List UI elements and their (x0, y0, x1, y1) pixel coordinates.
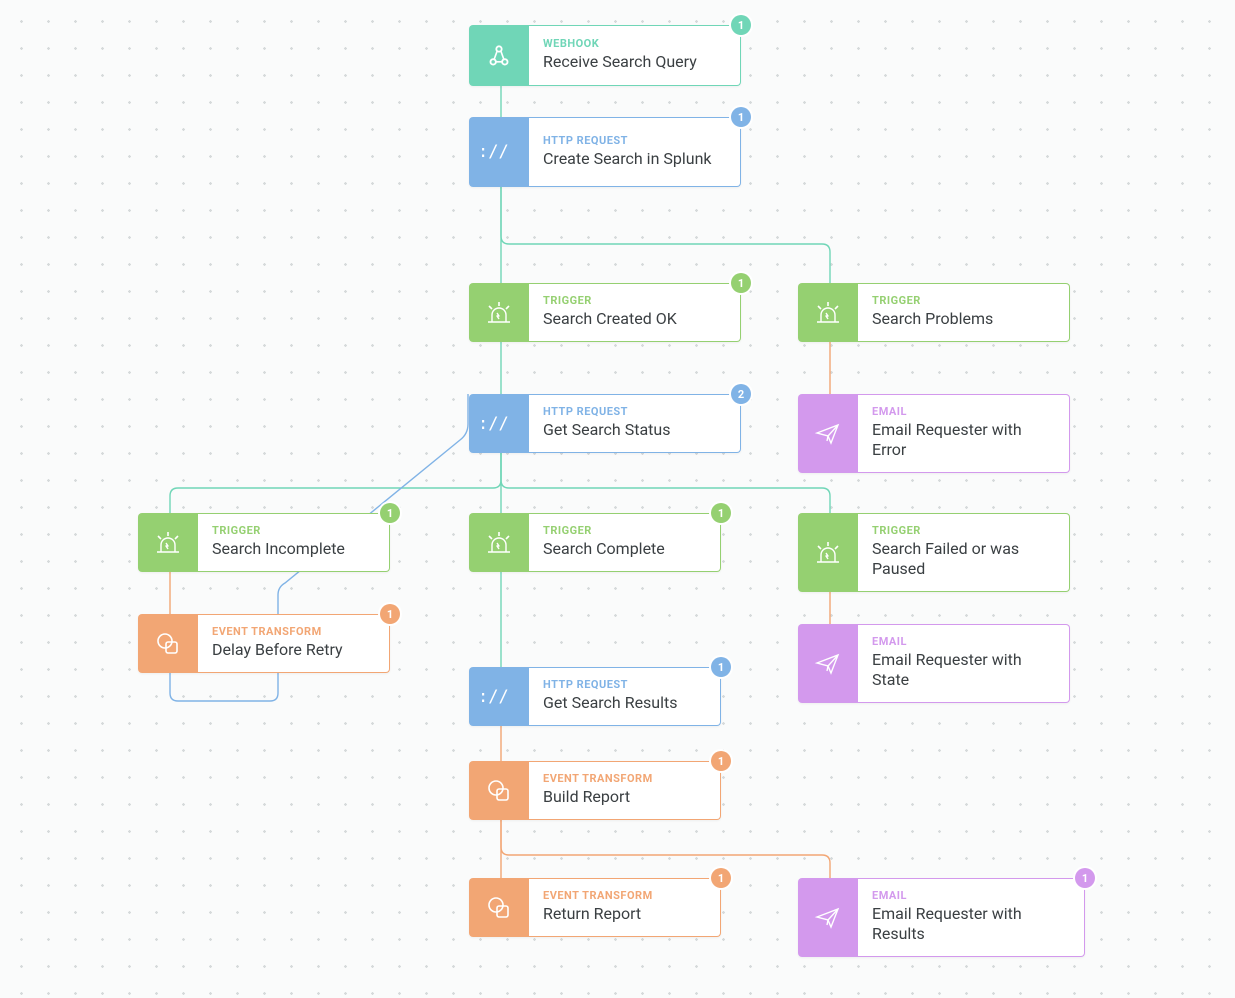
node-category: EVENT TRANSFORM (543, 772, 706, 785)
node-category: HTTP REQUEST (543, 134, 726, 147)
workflow-node-n4[interactable]: TRIGGER Search Problems (798, 283, 1070, 342)
node-category: HTTP REQUEST (543, 678, 706, 691)
node-category: TRIGGER (543, 524, 706, 537)
node-title: Email Requester with Error (872, 420, 1055, 460)
node-title: Search Incomplete (212, 539, 375, 559)
node-category: EVENT TRANSFORM (543, 889, 706, 902)
siren-icon (798, 513, 858, 592)
node-body: TRIGGER Search Created OK (529, 283, 741, 342)
node-title: Get Search Status (543, 420, 726, 440)
node-body: TRIGGER Search Problems (858, 283, 1070, 342)
workflow-node-n14[interactable]: EVENT TRANSFORM Return Report (469, 878, 721, 937)
node-title: Search Created OK (543, 309, 726, 329)
siren-icon (798, 283, 858, 342)
node-category: TRIGGER (543, 294, 726, 307)
svg-text:://: :// (478, 414, 509, 434)
svg-text:://: :// (478, 142, 509, 162)
workflow-node-n11[interactable]: EMAIL Email Requester with State (798, 624, 1070, 703)
node-badge: 1 (1075, 868, 1095, 888)
node-badge: 1 (711, 868, 731, 888)
node-body: TRIGGER Search Failed or was Paused (858, 513, 1070, 592)
node-badge: 1 (380, 604, 400, 624)
http-icon: :// (469, 394, 529, 453)
node-badge: 1 (731, 107, 751, 127)
node-title: Build Report (543, 787, 706, 807)
paper-plane-icon (798, 394, 858, 473)
node-category: HTTP REQUEST (543, 405, 726, 418)
node-body: EMAIL Email Requester with Results (858, 878, 1085, 957)
node-title: Get Search Results (543, 693, 706, 713)
node-badge: 1 (380, 503, 400, 523)
node-title: Search Complete (543, 539, 706, 559)
workflow-node-n2[interactable]: :// HTTP REQUEST Create Search in Splunk (469, 117, 741, 187)
node-title: Email Requester with Results (872, 904, 1070, 944)
node-body: HTTP REQUEST Get Search Results (529, 667, 721, 726)
workflow-node-n12[interactable]: :// HTTP REQUEST Get Search Results (469, 667, 721, 726)
workflow-node-n10[interactable]: EVENT TRANSFORM Delay Before Retry (138, 614, 390, 673)
node-badge: 1 (731, 273, 751, 293)
siren-icon (138, 513, 198, 572)
node-category: TRIGGER (212, 524, 375, 537)
workflow-node-n3[interactable]: TRIGGER Search Created OK (469, 283, 741, 342)
workflow-node-n1[interactable]: WEBHOOK Receive Search Query (469, 25, 741, 86)
node-body: TRIGGER Search Incomplete (198, 513, 390, 572)
node-body: EMAIL Email Requester with State (858, 624, 1070, 703)
paper-plane-icon (798, 878, 858, 957)
workflow-node-n13[interactable]: EVENT TRANSFORM Build Report (469, 761, 721, 820)
node-badge: 1 (711, 657, 731, 677)
node-body: EMAIL Email Requester with Error (858, 394, 1070, 473)
node-title: Delay Before Retry (212, 640, 375, 660)
workflow-node-n5[interactable]: :// HTTP REQUEST Get Search Status (469, 394, 741, 453)
http-icon: :// (469, 667, 529, 726)
siren-icon (469, 513, 529, 572)
node-title: Search Problems (872, 309, 1055, 329)
workflow-node-n7[interactable]: TRIGGER Search Incomplete (138, 513, 390, 572)
node-title: Search Failed or was Paused (872, 539, 1055, 579)
node-category: EMAIL (872, 889, 1070, 902)
node-category: TRIGGER (872, 524, 1055, 537)
overlap-squares-icon (469, 761, 529, 820)
webhook-icon (469, 25, 529, 86)
workflow-node-n6[interactable]: EMAIL Email Requester with Error (798, 394, 1070, 473)
node-badge: 1 (731, 15, 751, 35)
overlap-squares-icon (469, 878, 529, 937)
workflow-canvas[interactable]: .c-teal {stroke:#70d6b7;} .c-blue{stroke… (0, 0, 1235, 998)
node-badge: 1 (711, 751, 731, 771)
node-category: EMAIL (872, 405, 1055, 418)
node-badge: 2 (731, 384, 751, 404)
node-title: Receive Search Query (543, 52, 726, 72)
node-title: Return Report (543, 904, 706, 924)
overlap-squares-icon (138, 614, 198, 673)
node-title: Email Requester with State (872, 650, 1055, 690)
node-title: Create Search in Splunk (543, 149, 726, 169)
workflow-node-n15[interactable]: EMAIL Email Requester with Results (798, 878, 1085, 957)
node-body: EVENT TRANSFORM Build Report (529, 761, 721, 820)
node-category: EMAIL (872, 635, 1055, 648)
http-icon: :// (469, 117, 529, 187)
svg-text:://: :// (478, 687, 509, 707)
workflow-node-n8[interactable]: TRIGGER Search Complete (469, 513, 721, 572)
node-category: WEBHOOK (543, 37, 726, 50)
node-category: EVENT TRANSFORM (212, 625, 375, 638)
node-body: HTTP REQUEST Get Search Status (529, 394, 741, 453)
node-body: EVENT TRANSFORM Return Report (529, 878, 721, 937)
node-body: EVENT TRANSFORM Delay Before Retry (198, 614, 390, 673)
node-category: TRIGGER (872, 294, 1055, 307)
node-badge: 1 (711, 503, 731, 523)
node-body: TRIGGER Search Complete (529, 513, 721, 572)
siren-icon (469, 283, 529, 342)
paper-plane-icon (798, 624, 858, 703)
node-body: WEBHOOK Receive Search Query (529, 25, 741, 86)
workflow-node-n9[interactable]: TRIGGER Search Failed or was Paused (798, 513, 1070, 592)
node-body: HTTP REQUEST Create Search in Splunk (529, 117, 741, 187)
